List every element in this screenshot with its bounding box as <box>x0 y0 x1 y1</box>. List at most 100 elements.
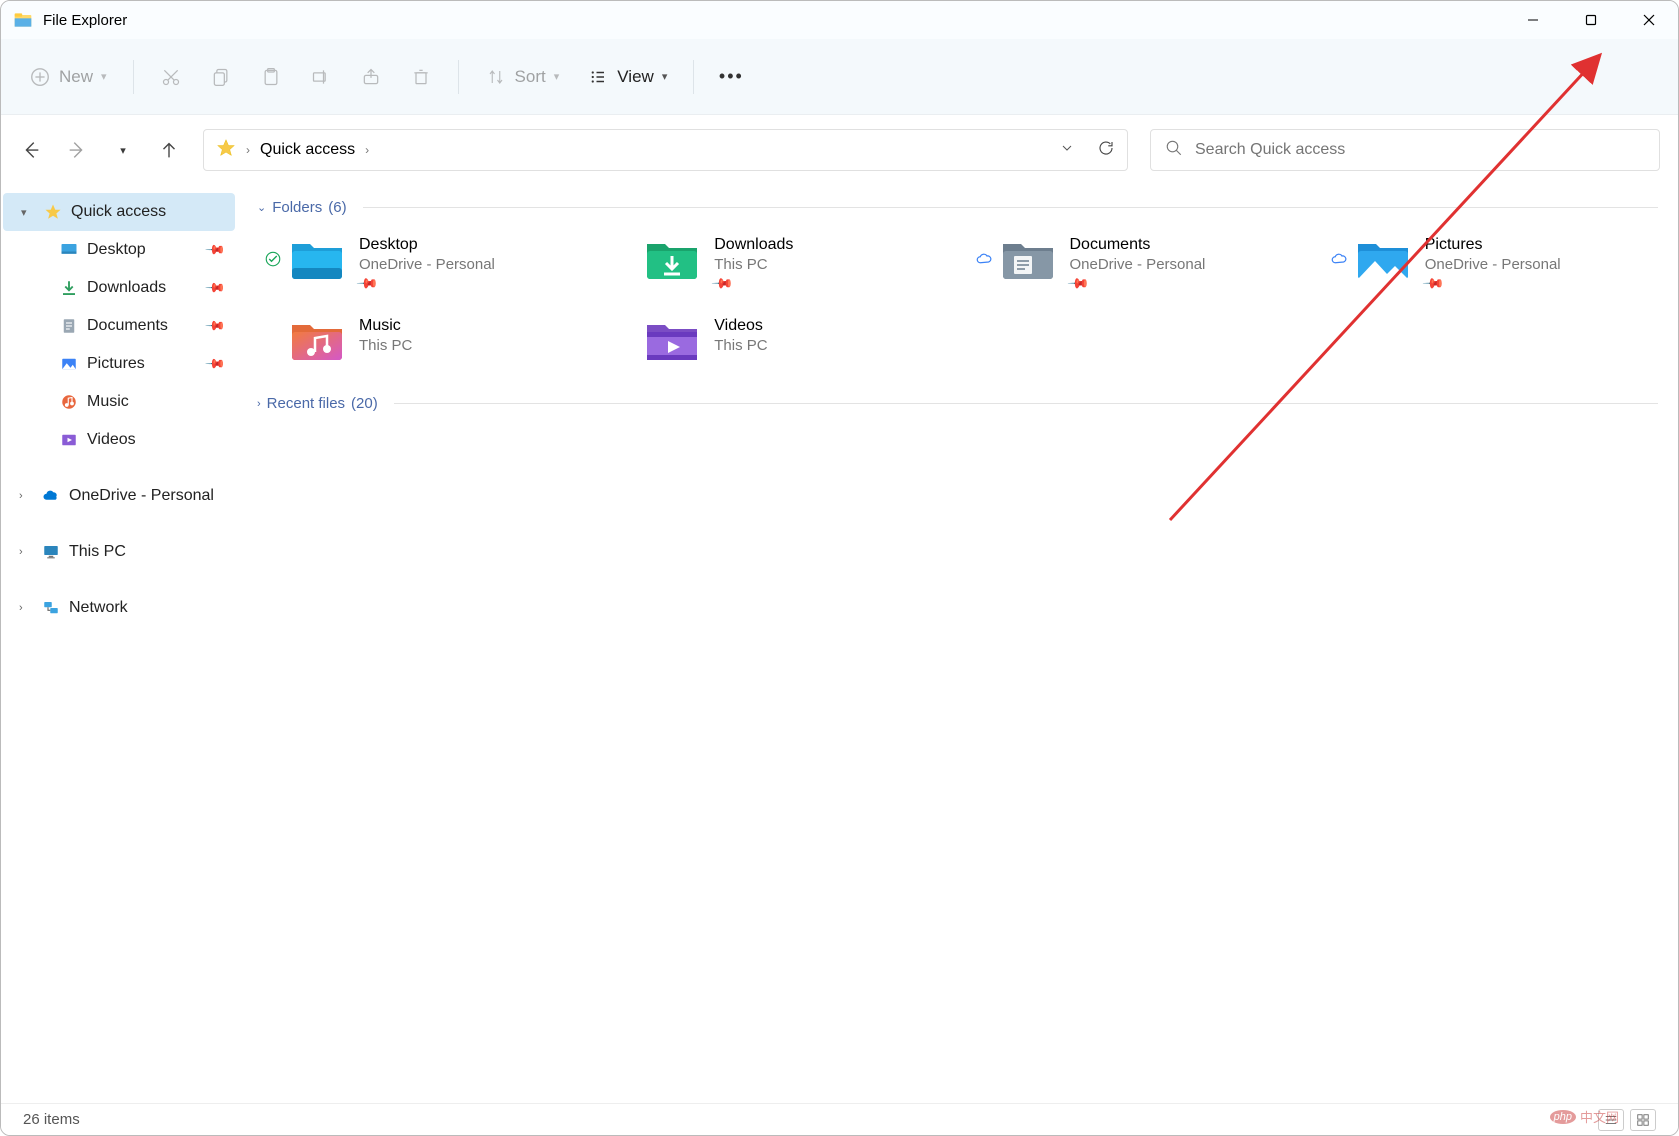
thumbnails-view-button[interactable] <box>1630 1109 1656 1131</box>
paste-button[interactable] <box>250 60 292 94</box>
file-explorer-window: File Explorer New ▾ Sort ▾ View ▾ <box>0 0 1679 1136</box>
music-folder-icon <box>289 317 345 363</box>
up-button[interactable] <box>157 138 181 162</box>
toolbar: New ▾ Sort ▾ View ▾ ••• <box>1 39 1678 115</box>
forward-button[interactable] <box>65 138 89 162</box>
chevron-right-icon[interactable]: › <box>365 143 369 157</box>
network-icon <box>41 598 61 618</box>
tree-network[interactable]: › Network <box>1 589 237 627</box>
folder-name: Music <box>359 317 412 335</box>
recent-section-header[interactable]: › Recent files (20) <box>257 395 1658 412</box>
tree-label: Network <box>69 599 128 617</box>
search-icon <box>1165 139 1183 162</box>
delete-button[interactable] <box>400 60 442 94</box>
rename-button[interactable] <box>300 60 342 94</box>
navigation-bar: ▾ › Quick access › <box>1 115 1678 185</box>
search-input[interactable] <box>1195 141 1645 159</box>
folder-location: This PC <box>714 337 767 354</box>
divider <box>394 403 1658 404</box>
folder-grid: Desktop OneDrive - Personal 📌 Downloads … <box>257 230 1658 369</box>
folder-music[interactable]: Music This PC <box>257 311 592 369</box>
folder-location: This PC <box>714 256 793 273</box>
star-icon <box>43 202 63 222</box>
view-label: View <box>617 67 654 87</box>
section-label: Recent files <box>267 395 345 412</box>
recent-dropdown[interactable]: ▾ <box>111 138 135 162</box>
folder-documents[interactable]: Documents OneDrive - Personal 📌 <box>968 230 1303 299</box>
cloud-sync-icon <box>974 250 994 268</box>
pin-icon: 📌 <box>204 353 227 376</box>
close-button[interactable] <box>1620 1 1678 39</box>
pin-icon: 📌 <box>204 315 227 338</box>
folder-desktop[interactable]: Desktop OneDrive - Personal 📌 <box>257 230 592 299</box>
sort-icon <box>485 66 507 88</box>
chevron-right-icon[interactable]: › <box>19 602 33 614</box>
chevron-right-icon[interactable]: › <box>19 546 33 558</box>
chevron-right-icon[interactable]: › <box>257 398 261 410</box>
tree-music[interactable]: Music <box>1 383 237 421</box>
copy-icon <box>210 66 232 88</box>
back-button[interactable] <box>19 138 43 162</box>
folder-location: OneDrive - Personal <box>1070 256 1206 273</box>
pictures-folder-icon <box>1355 236 1411 282</box>
section-label: Folders <box>272 199 322 216</box>
tree-onedrive[interactable]: › OneDrive - Personal <box>1 477 237 515</box>
share-button[interactable] <box>350 60 392 94</box>
tree-downloads[interactable]: Downloads 📌 <box>1 269 237 307</box>
view-icon <box>587 66 609 88</box>
chevron-down-icon[interactable]: ⌄ <box>257 201 266 214</box>
tree-quick-access[interactable]: ▾ Quick access <box>3 193 235 231</box>
chevron-down-icon[interactable]: ▾ <box>21 206 35 219</box>
folder-name: Documents <box>1070 236 1206 254</box>
new-button[interactable]: New ▾ <box>19 60 117 94</box>
tree-this-pc[interactable]: › This PC <box>1 533 237 571</box>
address-bar[interactable]: › Quick access › <box>203 129 1128 171</box>
tree-label: Downloads <box>87 279 166 297</box>
monitor-icon <box>41 542 61 562</box>
sort-button[interactable]: Sort ▾ <box>475 60 570 94</box>
minimize-button[interactable] <box>1504 1 1562 39</box>
videos-folder-icon <box>644 317 700 363</box>
navigation-pane[interactable]: ▾ Quick access Desktop 📌 Downloads 📌 <box>1 185 237 1103</box>
chevron-down-icon: ▾ <box>101 70 107 83</box>
folder-pictures[interactable]: Pictures OneDrive - Personal 📌 <box>1323 230 1658 299</box>
share-icon <box>360 66 382 88</box>
chevron-down-icon: ▾ <box>554 70 560 83</box>
tree-pictures[interactable]: Pictures 📌 <box>1 345 237 383</box>
folders-section-header[interactable]: ⌄ Folders (6) <box>257 199 1658 216</box>
chevron-right-icon[interactable]: › <box>19 490 33 502</box>
copy-button[interactable] <box>200 60 242 94</box>
more-button[interactable]: ••• <box>710 60 752 94</box>
ellipsis-icon: ••• <box>720 66 742 88</box>
chevron-right-icon[interactable]: › <box>246 143 250 157</box>
pin-icon: 📌 <box>711 271 735 295</box>
titlebar[interactable]: File Explorer <box>1 1 1678 39</box>
watermark-text: 中文网 <box>1580 1107 1619 1126</box>
chevron-down-icon: ▾ <box>662 70 668 83</box>
plus-circle-icon <box>29 66 51 88</box>
view-button[interactable]: View ▾ <box>577 60 677 94</box>
tree-desktop[interactable]: Desktop 📌 <box>1 231 237 269</box>
folder-downloads[interactable]: Downloads This PC 📌 <box>612 230 947 299</box>
folder-videos[interactable]: Videos This PC <box>612 311 947 369</box>
scissors-icon <box>160 66 182 88</box>
tree-label: Videos <box>87 431 136 449</box>
tree-documents[interactable]: Documents 📌 <box>1 307 237 345</box>
address-segment[interactable]: Quick access <box>260 141 355 159</box>
cut-button[interactable] <box>150 60 192 94</box>
separator <box>458 60 459 94</box>
search-box[interactable] <box>1150 129 1660 171</box>
status-bar: 26 items <box>1 1103 1678 1135</box>
tree-label: This PC <box>69 543 126 561</box>
address-dropdown[interactable] <box>1059 140 1075 161</box>
watermark-brand: php <box>1550 1110 1576 1124</box>
tree-videos[interactable]: Videos <box>1 421 237 459</box>
folder-location: This PC <box>359 337 412 354</box>
refresh-button[interactable] <box>1097 139 1115 162</box>
new-label: New <box>59 67 93 87</box>
content-pane[interactable]: ⌄ Folders (6) Desktop OneDrive - Persona… <box>237 185 1678 1103</box>
tree-label: OneDrive - Personal <box>69 487 214 505</box>
section-count: (20) <box>351 395 378 412</box>
pictures-icon <box>59 354 79 374</box>
maximize-button[interactable] <box>1562 1 1620 39</box>
